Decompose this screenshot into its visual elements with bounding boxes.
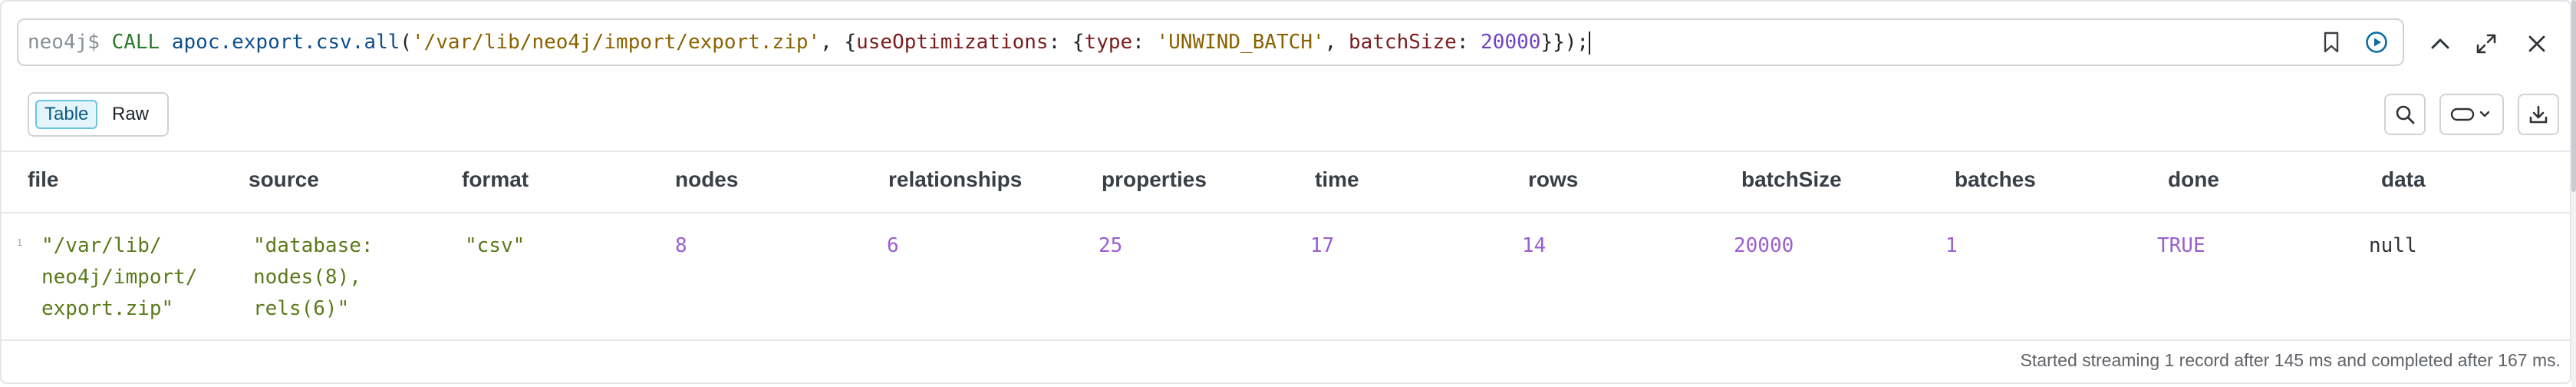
cell-done: TRUE: [2157, 234, 2205, 257]
play-circle-icon[interactable]: [2364, 30, 2389, 55]
cell-source: "database: nodes(8), rels(6)": [253, 234, 374, 320]
cell-batches: 1: [1945, 234, 1958, 257]
cell-format: "csv": [465, 234, 525, 257]
row-number: 1: [17, 237, 23, 248]
search-button[interactable]: [2384, 94, 2426, 135]
cell-properties: 25: [1099, 234, 1123, 257]
query-token: : {: [1048, 31, 1085, 54]
column-header-format[interactable]: format: [462, 167, 529, 192]
cell-rows: 14: [1522, 234, 1547, 257]
close-icon[interactable]: [2524, 31, 2550, 57]
query-token: CALL: [111, 31, 160, 54]
column-header-properties[interactable]: properties: [1102, 167, 1207, 192]
query-token: batchSize: [1348, 31, 1457, 54]
query-token: }});: [1540, 31, 1589, 54]
column-header-relationships[interactable]: relationships: [888, 167, 1022, 192]
query-token: 'UNWIND_BATCH': [1156, 31, 1325, 54]
column-header-batchsize[interactable]: batchSize: [1741, 167, 1842, 192]
cell-nodes: 8: [675, 234, 687, 257]
query-token: :: [1132, 31, 1157, 54]
column-header-nodes[interactable]: nodes: [675, 167, 738, 192]
scrollbar-thumb[interactable]: [2571, 0, 2576, 192]
query-code[interactable]: neo4j$ CALL apoc.export.csv.all('/var/li…: [28, 20, 1591, 64]
bookmark-icon[interactable]: [2320, 31, 2343, 54]
theme-dropdown-button[interactable]: [2439, 94, 2504, 135]
query-text[interactable]: CALL apoc.export.csv.all('/var/lib/neo4j…: [112, 31, 1589, 54]
status-message: Started streaming 1 record after 145 ms …: [2020, 350, 2561, 370]
download-icon: [2519, 95, 2558, 134]
query-token: useOptimizations: [856, 31, 1049, 54]
query-token: type: [1084, 31, 1133, 54]
chevron-up-icon[interactable]: [2427, 31, 2453, 57]
expand-icon[interactable]: [2473, 31, 2499, 57]
cell-file: "/var/lib/ neo4j/import/ export.zip": [41, 234, 198, 320]
download-button[interactable]: [2518, 94, 2559, 135]
text-caret: [1589, 31, 1591, 55]
column-header-file[interactable]: file: [28, 167, 58, 192]
query-token: :: [1456, 31, 1481, 54]
tab-raw[interactable]: Raw: [104, 100, 156, 129]
cell-data: null: [2369, 234, 2417, 257]
column-header-done[interactable]: done: [2168, 167, 2219, 192]
query-token: [160, 31, 172, 54]
tab-table[interactable]: Table: [35, 100, 98, 129]
query-token: , {: [820, 31, 857, 54]
cell-relationships: 6: [887, 234, 899, 257]
query-token: ,: [1324, 31, 1349, 54]
query-token: '/var/lib/neo4j/import/export.zip': [411, 31, 821, 54]
header-bottom-divider: [2, 212, 2571, 213]
view-toggle: Table Raw: [28, 92, 169, 137]
column-header-rows[interactable]: rows: [1528, 167, 1578, 192]
column-header-source[interactable]: source: [249, 167, 319, 192]
cell-batchsize: 20000: [1734, 234, 1794, 257]
scrollbar[interactable]: [2571, 0, 2576, 387]
query-token: (: [400, 31, 412, 54]
header-top-divider: [2, 150, 2571, 152]
search-icon: [2386, 95, 2424, 134]
query-editor[interactable]: neo4j$ CALL apoc.export.csv.all('/var/li…: [17, 18, 2404, 66]
pill-dropdown-icon: [2447, 95, 2498, 134]
row-bottom-divider: [2, 339, 2571, 341]
column-header-batches[interactable]: batches: [1955, 167, 2036, 192]
query-token: 20000: [1481, 31, 1541, 54]
cell-time: 17: [1310, 234, 1335, 257]
query-token: apoc.export.csv.all: [171, 31, 400, 54]
column-header-time[interactable]: time: [1315, 167, 1359, 192]
column-header-data[interactable]: data: [2381, 167, 2426, 192]
editor-prompt: neo4j$: [28, 31, 100, 54]
